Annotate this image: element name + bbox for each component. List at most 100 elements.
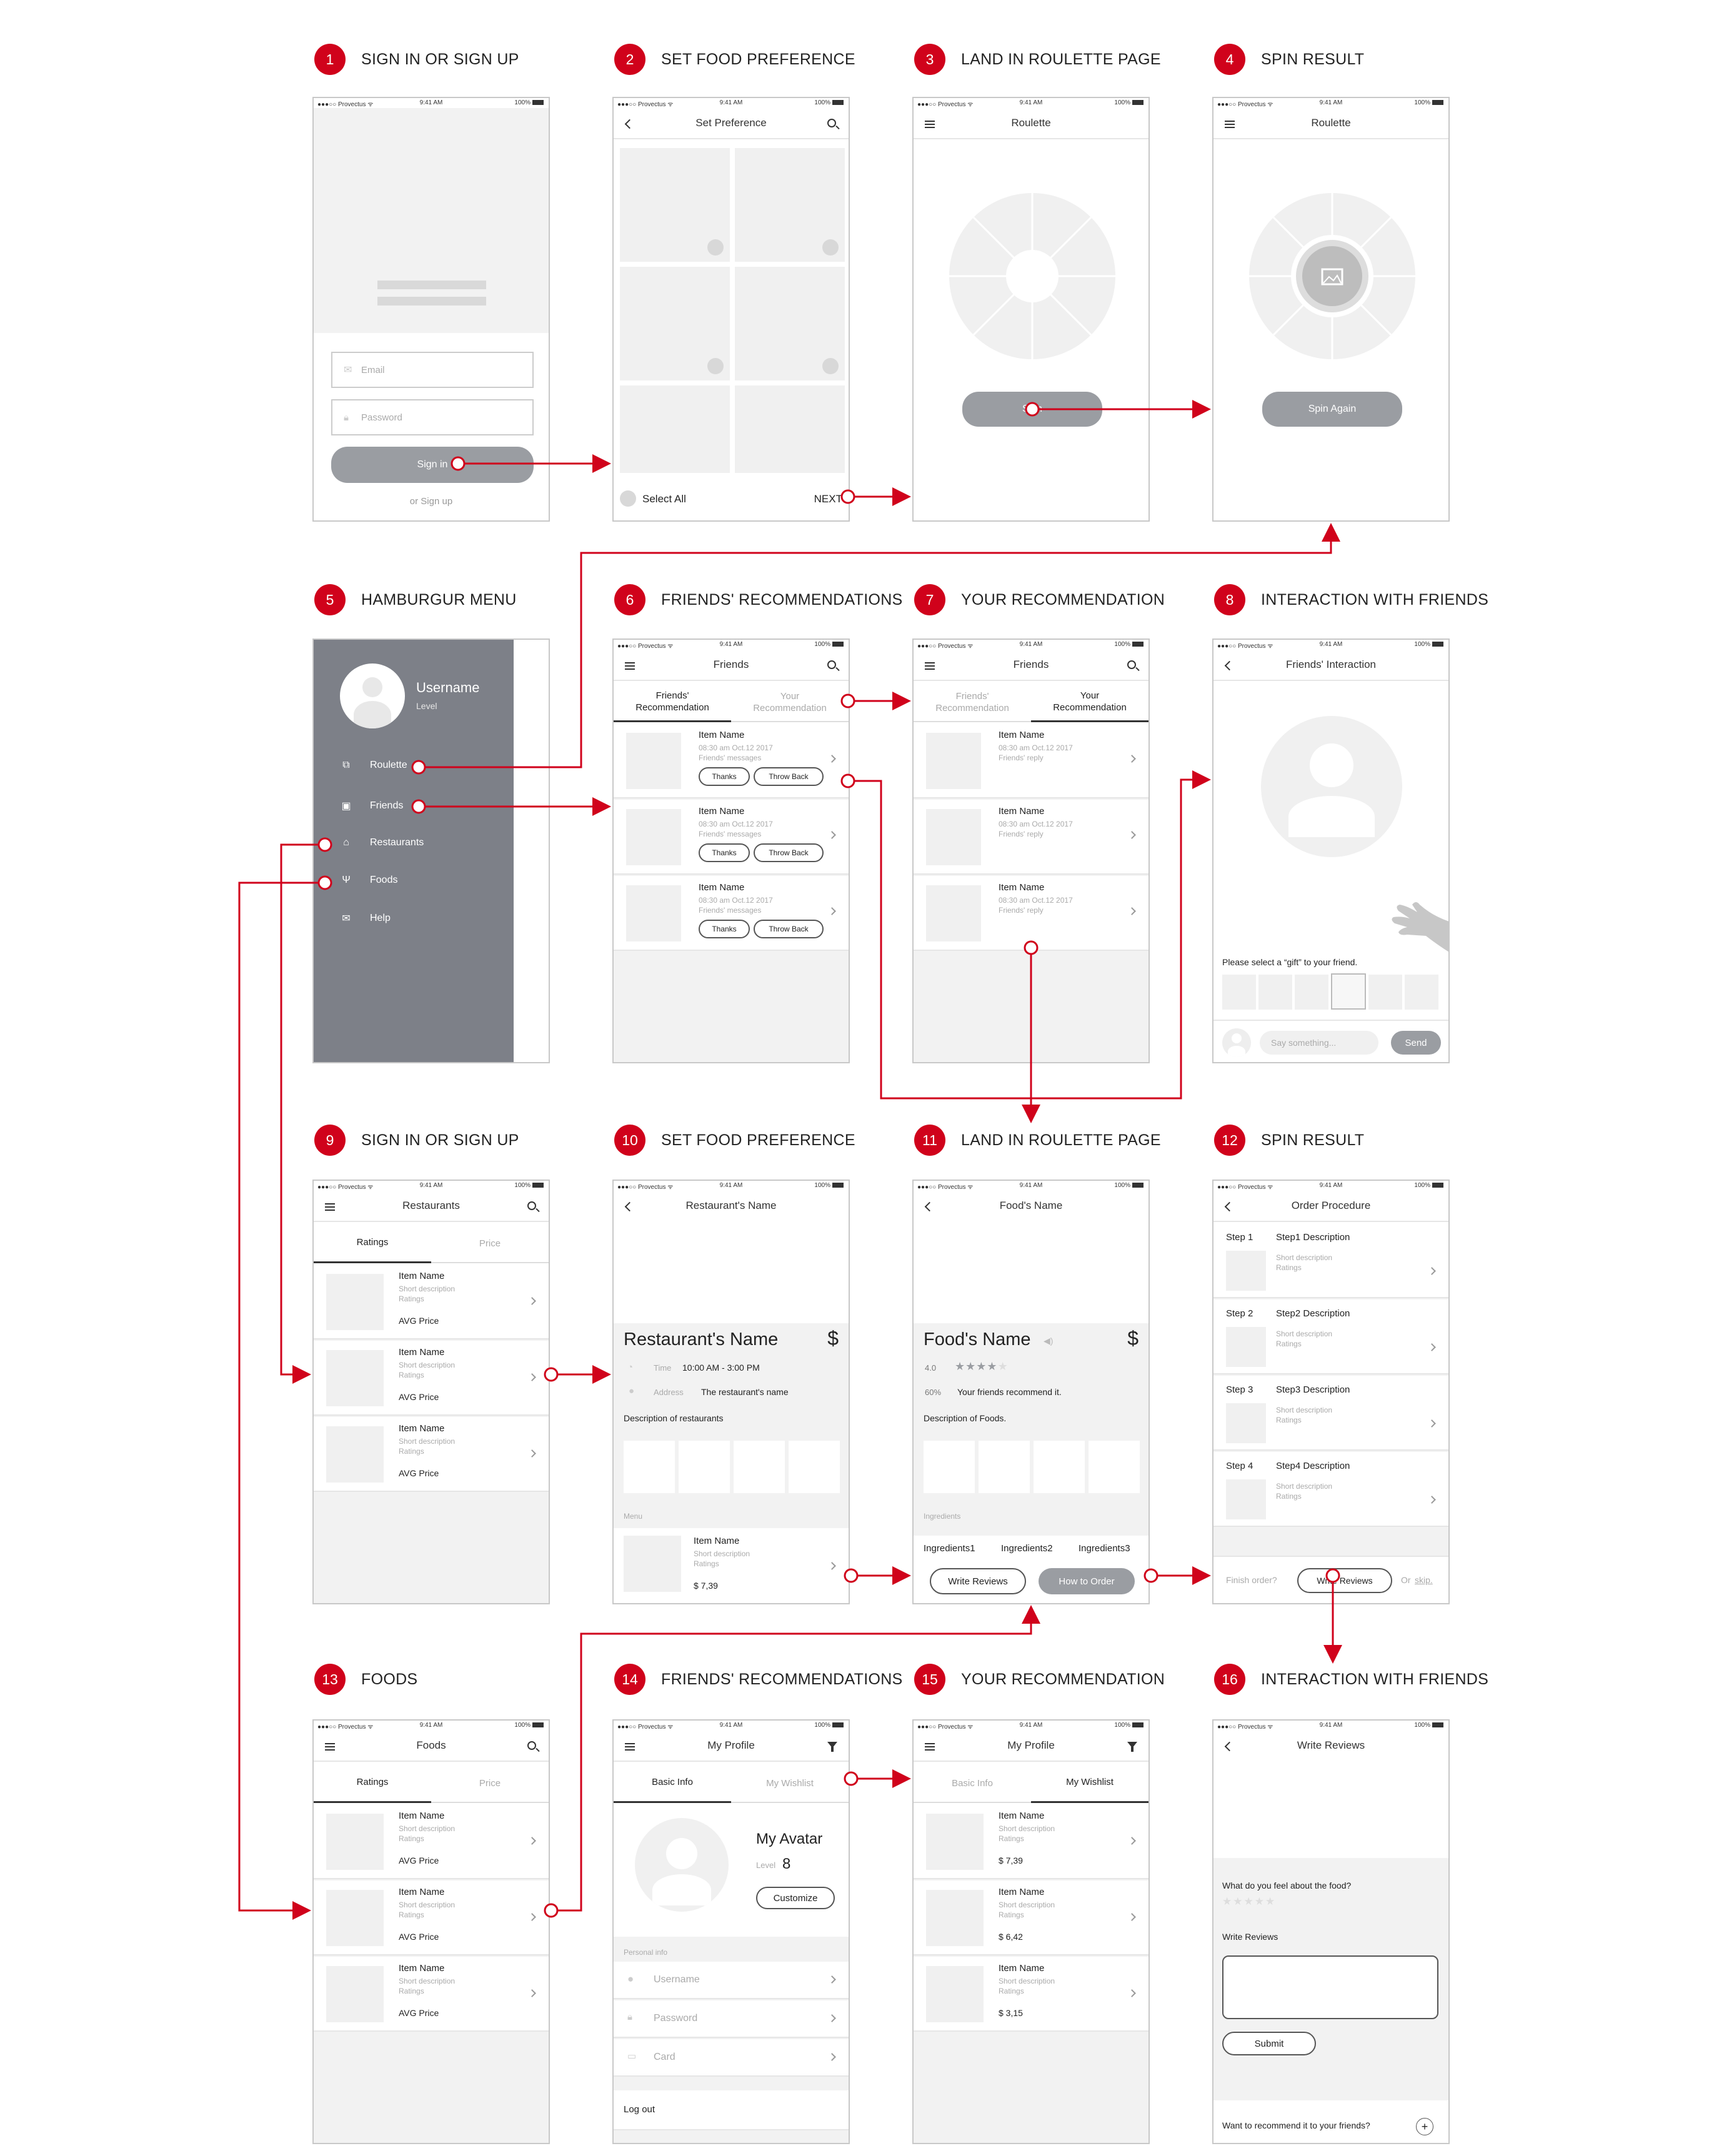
spin-button[interactable]: Spin <box>962 392 1102 427</box>
sign-in-button[interactable]: Sign in <box>331 447 534 483</box>
star-rating-input[interactable]: ★★★★★ <box>1222 1895 1276 1908</box>
menu-item-help[interactable]: ✉ Help <box>341 912 391 925</box>
photo-tile[interactable] <box>1034 1441 1085 1493</box>
list-item[interactable]: Item Name 08:30 am Oct.12 2017 Friends' re… <box>914 876 1149 951</box>
user-avatar[interactable] <box>340 663 405 728</box>
order-step[interactable]: Step 1 Step1 Description Short description… <box>1213 1223 1448 1298</box>
list-item[interactable]: Item Name Short description Ratings AVG Pri… <box>314 1957 549 2032</box>
search-icon[interactable] <box>527 1201 536 1210</box>
food-tile[interactable] <box>735 385 845 473</box>
photo-tile[interactable] <box>734 1441 785 1493</box>
throw-back-button[interactable]: Throw Back <box>754 843 824 862</box>
wishlist-item[interactable]: Item Name Short description Ratings $ 6,42 <box>914 1880 1149 1955</box>
sign-up-link[interactable]: or Sign up <box>314 496 549 507</box>
password-field[interactable]: 🔒︎ Password <box>331 399 534 435</box>
send-button[interactable]: Send <box>1391 1031 1441 1055</box>
wishlist-item[interactable]: Item Name Short description Ratings $ 3,15 <box>914 1957 1149 2032</box>
food-tile[interactable] <box>735 148 845 262</box>
menu-item[interactable]: Item Name Short description Ratings $ 7,39 <box>614 1528 849 1603</box>
photo-tile[interactable] <box>624 1441 675 1493</box>
list-item[interactable]: Item Name 08:30 am Oct.12 2017 Friends' re… <box>914 723 1149 798</box>
list-item[interactable]: Item Name Short description Ratings AVG Pri… <box>314 1880 549 1955</box>
list-item[interactable]: Item Name 08:30 am Oct.12 2017 Friends' me… <box>614 723 849 798</box>
write-reviews-button[interactable]: Write Reviews <box>1297 1568 1392 1593</box>
food-tile[interactable] <box>735 267 845 380</box>
filter-icon[interactable] <box>1127 1742 1137 1752</box>
search-icon[interactable] <box>827 119 836 127</box>
search-icon[interactable] <box>1127 660 1136 669</box>
photo-tile[interactable] <box>924 1441 975 1493</box>
menu-item-friends[interactable]: ▣ Friends <box>341 800 403 812</box>
food-tile[interactable] <box>620 385 730 473</box>
search-icon[interactable] <box>527 1741 536 1750</box>
gift-slot[interactable] <box>1405 975 1438 1010</box>
thanks-button[interactable]: Thanks <box>699 767 750 786</box>
tab-price[interactable]: Price <box>431 1763 549 1803</box>
field-username[interactable]: ● Username <box>614 1962 849 1999</box>
photo-tile[interactable] <box>789 1441 840 1493</box>
photo-tile[interactable] <box>679 1441 730 1493</box>
gift-slot[interactable] <box>1258 975 1292 1010</box>
gift-slot[interactable] <box>1295 975 1328 1010</box>
food-tile[interactable] <box>620 267 730 380</box>
photo-tile[interactable] <box>1089 1441 1140 1493</box>
field-password[interactable]: 🔒︎ Password <box>614 2000 849 2038</box>
chevron-right-icon <box>1128 831 1136 839</box>
throw-back-button[interactable]: Throw Back <box>754 920 824 938</box>
filter-icon[interactable] <box>827 1742 837 1752</box>
tab-ratings[interactable]: Ratings <box>314 1223 431 1263</box>
throw-back-button[interactable]: Throw Back <box>754 767 824 786</box>
email-field[interactable]: ✉ Email <box>331 352 534 388</box>
menu-item-roulette[interactable]: ⧉ Roulette <box>341 760 407 771</box>
tab-my-wishlist[interactable]: My Wishlist <box>1031 1763 1149 1803</box>
add-recommend-button[interactable]: + <box>1416 2118 1433 2135</box>
order-step[interactable]: Step 2 Step2 Description Short description… <box>1213 1299 1448 1374</box>
tab-ratings[interactable]: Ratings <box>314 1763 431 1803</box>
select-all-checkbox[interactable] <box>620 490 636 507</box>
photo-tile[interactable] <box>979 1441 1030 1493</box>
customize-button[interactable]: Customize <box>756 1887 835 1909</box>
tab-your-recommendation[interactable]: Your Recommendation <box>731 682 849 722</box>
list-item[interactable]: Item Name Short description Ratings AVG Pri… <box>314 1417 549 1492</box>
profile-avatar[interactable] <box>635 1818 729 1912</box>
review-textarea[interactable] <box>1222 1955 1438 2019</box>
tab-my-wishlist[interactable]: My Wishlist <box>731 1763 849 1803</box>
order-step[interactable]: Step 4 Step4 Description Short description… <box>1213 1452 1448 1527</box>
how-to-order-button[interactable]: How to Order <box>1039 1568 1135 1594</box>
menu-item-foods[interactable]: Ψ Foods <box>341 875 397 886</box>
level-value: 8 <box>782 1855 791 1872</box>
logout-button[interactable]: Log out <box>614 2090 849 2130</box>
skip-link[interactable]: skip. <box>1415 1575 1433 1585</box>
gift-slot[interactable] <box>1222 975 1256 1010</box>
message-input[interactable]: Say something... <box>1260 1031 1378 1055</box>
list-item[interactable]: Item Name Short description Ratings AVG Pri… <box>314 1264 549 1339</box>
menu-item-restaurants[interactable]: ⌂ Restaurants <box>341 837 424 848</box>
next-button[interactable]: NEXT <box>814 493 842 505</box>
write-reviews-button[interactable]: Write Reviews <box>930 1568 1026 1594</box>
gift-slot[interactable] <box>1368 975 1402 1010</box>
list-item[interactable]: Item Name Short description Ratings AVG Pri… <box>314 1804 549 1879</box>
mail-icon: ✉ <box>342 913 351 924</box>
field-card[interactable]: ▭ Card <box>614 2039 849 2077</box>
tab-basic-info[interactable]: Basic Info <box>614 1763 731 1803</box>
order-step[interactable]: Step 3 Step3 Description Short description… <box>1213 1376 1448 1451</box>
submit-button[interactable]: Submit <box>1222 2032 1316 2055</box>
gift-slot-selected[interactable] <box>1331 973 1366 1010</box>
tab-your-recommendation[interactable]: Your Recommendation <box>1031 682 1149 722</box>
spin-again-button[interactable]: Spin Again <box>1262 392 1402 427</box>
tab-basic-info[interactable]: Basic Info <box>914 1763 1031 1803</box>
clock: 9:41 AM <box>719 1182 743 1189</box>
tab-friends-recommendation[interactable]: Friends' Recommendation <box>914 682 1031 722</box>
tab-friends-recommendation[interactable]: Friends' Recommendation <box>614 682 731 722</box>
list-item[interactable]: Item Name 08:30 am Oct.12 2017 Friends' me… <box>614 800 849 875</box>
list-item[interactable]: Item Name 08:30 am Oct.12 2017 Friends' me… <box>614 876 849 951</box>
food-tile[interactable] <box>620 148 730 262</box>
search-icon[interactable] <box>827 660 836 669</box>
wishlist-item[interactable]: Item Name Short description Ratings $ 7,39 <box>914 1804 1149 1879</box>
list-item[interactable]: Item Name Short description Ratings AVG Pri… <box>314 1341 549 1416</box>
roulette-wheel[interactable] <box>949 193 1115 359</box>
tab-price[interactable]: Price <box>431 1223 549 1263</box>
list-item[interactable]: Item Name 08:30 am Oct.12 2017 Friends' re… <box>914 800 1149 875</box>
thanks-button[interactable]: Thanks <box>699 843 750 862</box>
thanks-button[interactable]: Thanks <box>699 920 750 938</box>
